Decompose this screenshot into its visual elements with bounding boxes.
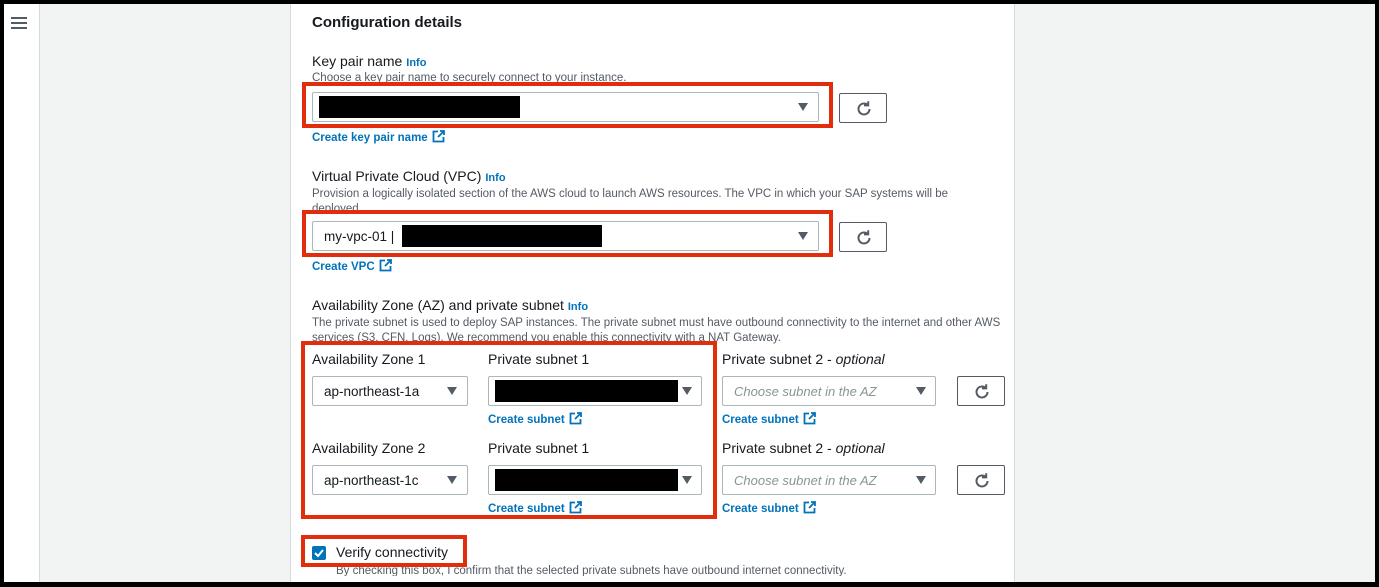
hamburger-menu-icon[interactable] xyxy=(11,16,27,30)
external-link-icon xyxy=(803,501,816,514)
az1-subnet2-select[interactable]: Choose subnet in the AZ xyxy=(722,376,936,406)
az1-subnet2-placeholder: Choose subnet in the AZ xyxy=(734,384,877,399)
external-link-icon xyxy=(803,412,816,425)
create-vpc-link-text: Create VPC xyxy=(312,261,375,273)
caret-down-icon xyxy=(916,476,926,484)
az2-subnet2-select[interactable]: Choose subnet in the AZ xyxy=(722,465,936,495)
vpc-label: Virtual Private Cloud (VPC) Info xyxy=(312,168,506,184)
az2-subnet2-label: Private subnet 2 - optional xyxy=(722,440,885,456)
vpc-label-text: Virtual Private Cloud (VPC) xyxy=(312,168,482,184)
az2-refresh-button[interactable] xyxy=(957,465,1005,495)
refresh-icon xyxy=(857,230,871,245)
highlight-az-subnets xyxy=(301,341,717,519)
optional-tag: optional xyxy=(835,351,885,367)
app-frame: Configuration details Key pair name Info … xyxy=(4,4,1375,582)
key-pair-info-link[interactable]: Info xyxy=(406,57,426,69)
highlight-vpc xyxy=(302,210,833,257)
optional-tag: optional xyxy=(835,440,885,456)
configuration-panel: Configuration details Key pair name Info … xyxy=(290,4,1015,582)
az-label: Availability Zone (AZ) and private subne… xyxy=(312,297,588,313)
az-info-link[interactable]: Info xyxy=(568,301,588,313)
az-label-text: Availability Zone (AZ) and private subne… xyxy=(312,297,564,313)
key-pair-label: Key pair name Info xyxy=(312,53,426,69)
az1-create-subnet2-link-text: Create subnet xyxy=(722,414,799,426)
highlight-key-pair xyxy=(302,82,833,128)
create-vpc-link[interactable]: Create VPC xyxy=(312,259,392,273)
highlight-verify xyxy=(301,535,467,567)
key-pair-label-text: Key pair name xyxy=(312,53,403,69)
az2-create-subnet2-link-text: Create subnet xyxy=(722,503,799,515)
section-title: Configuration details xyxy=(312,14,462,31)
sidebar xyxy=(4,4,40,582)
key-pair-refresh-button[interactable] xyxy=(839,93,887,123)
az2-subnet2-label-text: Private subnet 2 - xyxy=(722,440,836,456)
vpc-info-link[interactable]: Info xyxy=(485,172,505,184)
external-link-icon xyxy=(432,130,445,143)
refresh-icon xyxy=(975,384,989,399)
az2-subnet2-placeholder: Choose subnet in the AZ xyxy=(734,473,877,488)
refresh-icon xyxy=(857,101,871,116)
az1-subnet2-label-text: Private subnet 2 - xyxy=(722,351,836,367)
external-link-icon xyxy=(379,259,392,272)
create-key-pair-link-text: Create key pair name xyxy=(312,132,428,144)
az2-create-subnet2-link[interactable]: Create subnet xyxy=(722,501,816,515)
az1-refresh-button[interactable] xyxy=(957,376,1005,406)
az1-subnet2-label: Private subnet 2 - optional xyxy=(722,351,885,367)
az1-create-subnet2-link[interactable]: Create subnet xyxy=(722,412,816,426)
caret-down-icon xyxy=(916,387,926,395)
create-key-pair-link[interactable]: Create key pair name xyxy=(312,130,445,144)
refresh-icon xyxy=(975,473,989,488)
vpc-refresh-button[interactable] xyxy=(839,222,887,252)
